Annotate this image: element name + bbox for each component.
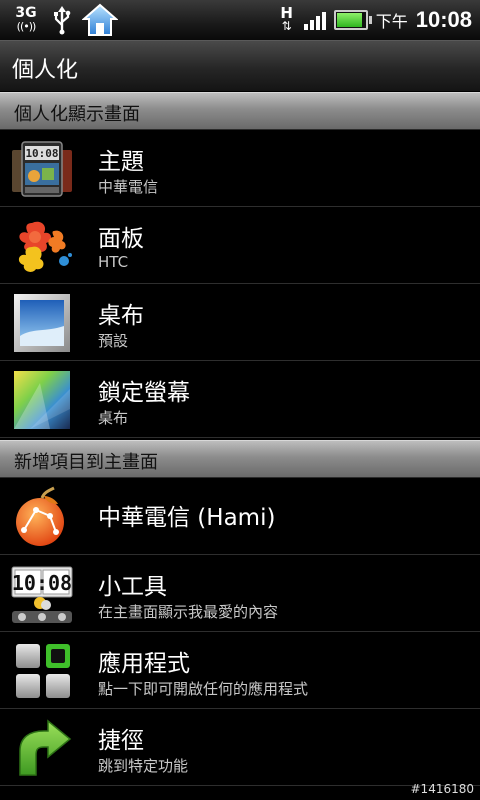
list-item-theme[interactable]: 10:08 主題 中華電信 xyxy=(0,130,480,207)
list-item-wallpaper[interactable]: 桌布 預設 xyxy=(0,284,480,361)
item-title: 中華電信 (Hami) xyxy=(98,505,276,531)
list-item-lockscreen[interactable]: 鎖定螢幕 桌布 xyxy=(0,361,480,438)
data-activity-icon: H ⇅ xyxy=(280,4,293,33)
list-item-skin[interactable]: 面板 HTC xyxy=(0,207,480,284)
item-subtitle: 點一下即可開啟任何的應用程式 xyxy=(98,680,309,698)
item-title: 桌布 xyxy=(98,303,144,329)
item-title: 應用程式 xyxy=(98,651,190,677)
page-title: 個人化 xyxy=(12,58,79,83)
title-bar: 個人化 xyxy=(0,40,480,92)
item-title: 鎖定螢幕 xyxy=(98,380,190,406)
item-subtitle: 中華電信 xyxy=(98,178,159,196)
item-subtitle: 跳到特定功能 xyxy=(98,757,189,775)
lockscreen-icon xyxy=(14,371,70,429)
apps-icon xyxy=(16,644,70,698)
usb-icon xyxy=(54,6,71,35)
shortcut-icon xyxy=(19,719,72,776)
item-title: 面板 xyxy=(98,226,144,252)
clock: 10:08 xyxy=(415,7,472,32)
list-item-apps[interactable]: 應用程式 點一下即可開啟任何的應用程式 xyxy=(0,632,480,709)
item-subtitle: 預設 xyxy=(98,332,129,350)
wallpaper-icon xyxy=(14,294,70,352)
item-title: 主題 xyxy=(98,149,144,175)
battery-icon xyxy=(333,10,372,30)
theme-icon: 10:08 xyxy=(12,141,72,197)
svg-text:10:08: 10:08 xyxy=(25,147,58,160)
watermark: #1416180 xyxy=(410,782,475,796)
3g-signal-icon: 3G ((•)) xyxy=(15,5,37,33)
widget-icon: 10:08 xyxy=(11,566,73,623)
status-bar: 3G ((•)) H ⇅ 下午 10:08 xyxy=(0,0,480,40)
list-item-hami[interactable]: 中華電信 (Hami) xyxy=(0,478,480,555)
item-subtitle: HTC xyxy=(98,253,129,271)
item-title: 小工具 xyxy=(98,574,167,600)
widget-clock-text: 10:08 xyxy=(12,571,72,595)
item-subtitle: 在主畫面顯示我最愛的內容 xyxy=(98,603,279,621)
home-icon[interactable] xyxy=(82,3,118,37)
skin-icon xyxy=(18,221,72,272)
list-item-shortcut[interactable]: 捷徑 跳到特定功能 xyxy=(0,709,480,786)
section-header-add-to-home: 新增項目到主畫面 xyxy=(0,440,480,478)
section-header-personalize-display: 個人化顯示畫面 xyxy=(0,92,480,130)
hami-icon xyxy=(16,486,64,546)
am-pm-label: 下午 xyxy=(375,12,408,31)
item-title: 捷徑 xyxy=(98,728,144,754)
list-item-widgets[interactable]: 10:08 小工具 在主畫面顯示我最愛的內容 xyxy=(0,555,480,632)
signal-strength-icon xyxy=(303,10,326,30)
item-subtitle: 桌布 xyxy=(98,409,129,427)
